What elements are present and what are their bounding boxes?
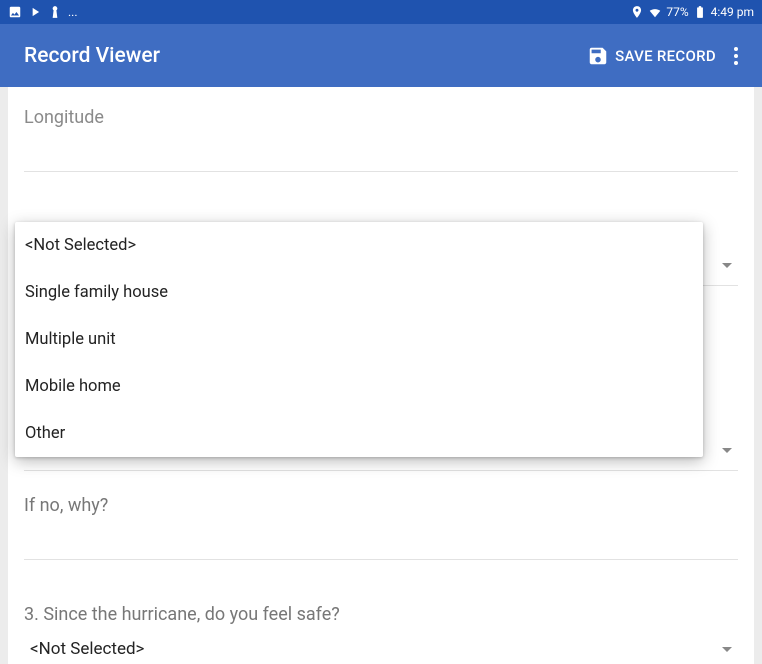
battery-text: 77% [666,5,688,19]
longitude-label: Longitude [24,87,738,128]
save-label: SAVE RECORD [615,47,716,65]
time-text: 4:49 pm [711,5,754,19]
app-title: Record Viewer [24,44,160,68]
play-icon [28,5,42,19]
if-no-input[interactable] [24,516,738,560]
battery-icon [693,5,707,19]
chevron-down-icon [722,263,732,268]
app-bar: Record Viewer SAVE RECORD [0,24,762,87]
dropdown-option-other[interactable]: Other [15,410,703,457]
location-icon [630,5,644,19]
overflow-menu-button[interactable] [730,43,742,69]
wifi-icon [648,5,662,19]
save-record-button[interactable]: SAVE RECORD [587,45,716,67]
dropdown-option-not-selected[interactable]: <Not Selected> [15,222,703,269]
longitude-input[interactable] [24,128,738,172]
q3-label: 3. Since the hurricane, do you feel safe… [24,564,738,625]
dropdown-option-single-family[interactable]: Single family house [15,269,703,316]
if-no-label: If no, why? [24,471,738,516]
status-left-icons: ... [8,5,78,19]
dropdown-option-multiple-unit[interactable]: Multiple unit [15,316,703,363]
chevron-down-icon [722,647,732,652]
save-icon [587,45,609,67]
q3-select[interactable]: <Not Selected> [24,625,738,659]
dropdown-option-mobile-home[interactable]: Mobile home [15,363,703,410]
status-right: 77% 4:49 pm [630,5,754,19]
q3-value: <Not Selected> [30,639,144,659]
chevron-down-icon [722,448,732,453]
dropdown-popup: <Not Selected> Single family house Multi… [15,222,703,457]
key-icon [48,5,62,19]
status-bar: ... 77% 4:49 pm [0,0,762,24]
image-icon [8,5,22,19]
status-ellipsis: ... [68,5,78,19]
